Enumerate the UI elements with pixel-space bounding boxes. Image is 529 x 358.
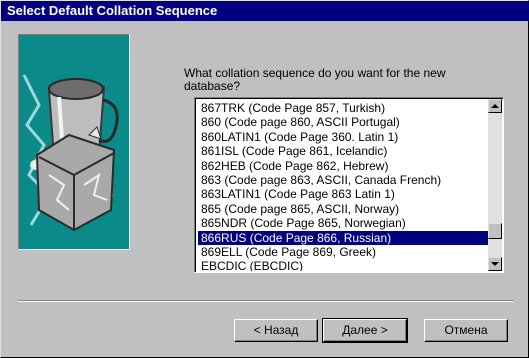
collation-listbox[interactable]: 867TRK (Code Page 857, Turkish) 860 (Code… <box>194 97 504 273</box>
cancel-button[interactable]: Отмена <box>424 319 508 342</box>
scroll-up-arrow-icon <box>491 104 499 108</box>
collation-list-item[interactable]: 863LATIN1 (Code Page 863 Latin 1) <box>198 187 488 201</box>
scroll-up-button[interactable] <box>488 99 502 113</box>
collation-list-item[interactable]: 861ISL (Code Page 861, Icelandic) <box>198 144 488 158</box>
collation-list-item[interactable]: 865 (Code page 865, ASCII, Norway) <box>198 202 488 216</box>
back-button[interactable]: < Назад <box>234 319 318 342</box>
dialog-window: Select Default Collation Sequence What c… <box>0 0 529 358</box>
collation-list-item[interactable]: 862HEB (Code Page 862, Hebrew) <box>198 159 488 173</box>
collation-prompt: What collation sequence do you want for … <box>184 66 446 93</box>
listbox-scrollbar[interactable] <box>488 99 502 271</box>
collation-list-item[interactable]: 863 (Code page 863, ASCII, Canada French… <box>198 173 488 187</box>
cup-illustration-icon <box>19 35 129 249</box>
collation-list-item[interactable]: 860LATIN1 (Code Page 360. Latin 1) <box>198 130 488 144</box>
collation-list-item[interactable]: 860 (Code page 860, ASCII Portugal) <box>198 115 488 129</box>
collation-list-item[interactable]: EBCDIC (EBCDIC) <box>198 259 488 271</box>
collation-list-item[interactable]: 866RUS (Code Page 866, Russian) <box>198 230 488 245</box>
scroll-down-arrow-icon <box>491 262 499 266</box>
scroll-down-button[interactable] <box>488 257 502 271</box>
wizard-illustration <box>18 34 130 250</box>
dialog-title: Select Default Collation Sequence <box>1 1 529 21</box>
separator-line <box>18 300 514 302</box>
collation-list-item[interactable]: 869ELL (Code Page 869, Greek) <box>198 245 488 259</box>
next-button[interactable]: Далее > <box>322 318 408 343</box>
collation-list-items[interactable]: 867TRK (Code Page 857, Turkish) 860 (Code… <box>198 101 488 271</box>
scroll-thumb[interactable] <box>488 223 502 239</box>
collation-list-item[interactable]: 867TRK (Code Page 857, Turkish) <box>198 101 488 115</box>
collation-list-item[interactable]: 865NDR (Code Page 865, Norwegian) <box>198 216 488 230</box>
